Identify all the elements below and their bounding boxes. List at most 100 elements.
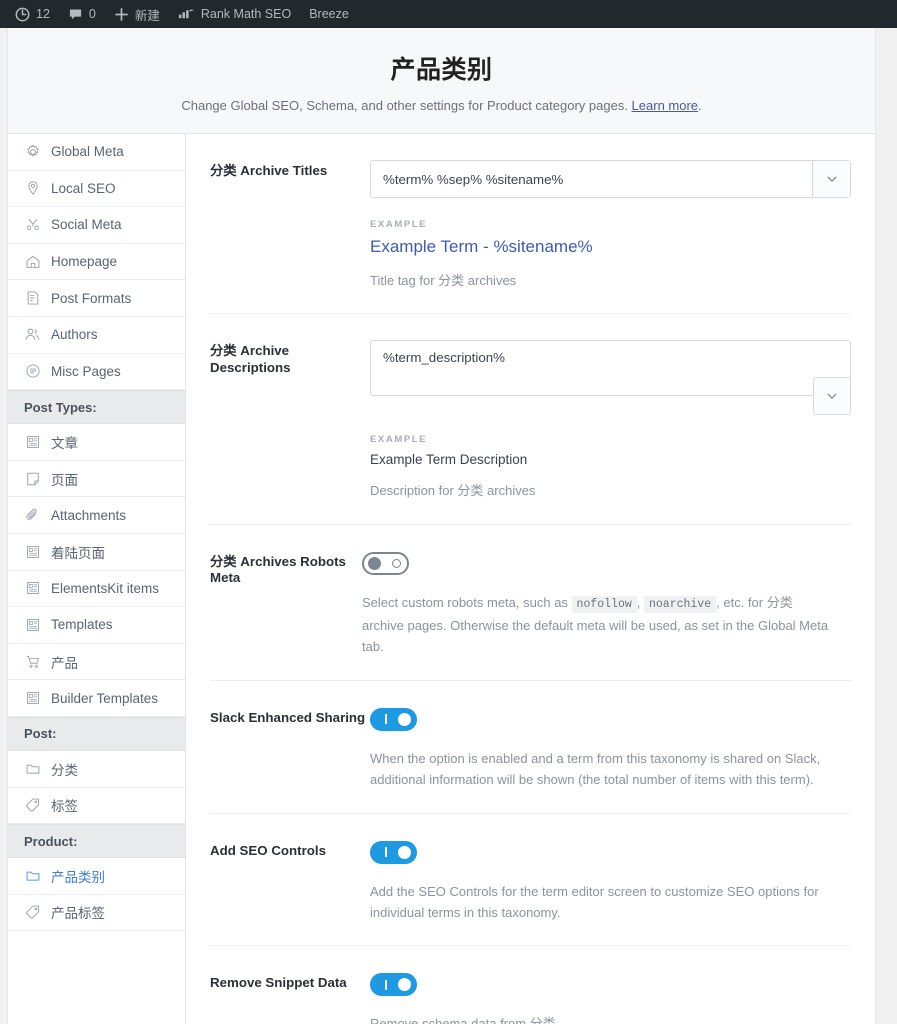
sidebar-item-label: Attachments: [51, 507, 127, 523]
home-icon: [24, 253, 41, 270]
sidebar-item-label: 产品类别: [51, 869, 105, 885]
archive-descriptions-value: %term_description%: [383, 350, 505, 366]
sidebar-item-label: 产品: [51, 655, 78, 671]
sidebar-item-landing-pages[interactable]: 着陆页面: [8, 534, 185, 571]
toggle-knob: [368, 556, 381, 570]
archive-titles-input-group[interactable]: %term% %sep% %sitename%: [370, 160, 851, 198]
sidebar-item-misc-pages[interactable]: Misc Pages: [8, 354, 185, 391]
comment-bubble-icon: [68, 7, 83, 22]
sidebar-item-label: Authors: [51, 327, 98, 343]
document-icon: [24, 290, 41, 307]
toggle-off-icon: [391, 558, 402, 569]
gear-icon: [24, 143, 41, 160]
toggle-knob: [398, 845, 411, 859]
admin-bar-updates[interactable]: 12: [6, 0, 59, 28]
page-header: 产品类别 Change Global SEO, Schema, and othe…: [8, 28, 875, 134]
field-label: Slack Enhanced Sharing: [210, 709, 366, 725]
page-icon: [24, 470, 41, 487]
tag-icon: [24, 904, 41, 921]
admin-bar-new-content[interactable]: 新建: [105, 0, 169, 28]
admin-bar-rank-math[interactable]: Rank Math SEO: [169, 0, 300, 28]
page-subtitle: Change Global SEO, Schema, and other set…: [18, 98, 865, 113]
field-description: When the option is enabled and a term fr…: [370, 750, 821, 788]
field-archive-descriptions: 分类 Archive Descriptions %term_descriptio…: [210, 314, 851, 525]
example-label: EXAMPLE: [370, 219, 428, 230]
tag-icon: [24, 797, 41, 814]
chevron-down-icon: [825, 389, 839, 403]
rank-math-label: Rank Math SEO: [200, 7, 292, 21]
paperclip-icon: [24, 507, 41, 524]
sidebar-item-builder-templates[interactable]: Builder Templates: [8, 680, 185, 717]
settings-main: 分类 Archive Titles %term% %sep% %sitename…: [186, 134, 875, 1024]
field-archive-titles: 分类 Archive Titles %term% %sep% %sitename…: [210, 134, 851, 315]
field-label: 分类 Archive Descriptions: [210, 343, 291, 376]
post-icon: [24, 616, 41, 633]
cart-icon: [24, 653, 41, 670]
page-title: 产品类别: [390, 56, 493, 84]
sidebar-item-label: ElementsKit items: [51, 580, 160, 596]
sidebar-item-label: Global Meta: [51, 144, 124, 160]
sidebar-item-post-formats[interactable]: Post Formats: [8, 280, 185, 317]
sidebar-item-global-meta[interactable]: Global Meta: [8, 134, 185, 171]
field-label: 分类 Archives Robots Meta: [210, 553, 346, 586]
archive-descriptions-dropdown-button[interactable]: [813, 377, 851, 416]
field-description: Remove schema data from 分类.: [370, 1016, 560, 1024]
sidebar-item-templates[interactable]: Templates: [8, 607, 185, 644]
field-slack-sharing: Slack Enhanced Sharing When the option i…: [210, 681, 851, 814]
users-icon: [24, 326, 41, 343]
sidebar-item-tags[interactable]: 标签: [8, 788, 185, 825]
subtitle-text-after: .: [698, 98, 702, 113]
post-icon: [24, 543, 41, 560]
sidebar-item-homepage[interactable]: Homepage: [8, 244, 185, 281]
sidebar-item-label: Builder Templates: [51, 690, 159, 706]
robots-desc-b: ,: [636, 594, 644, 610]
sidebar-item-product-categories[interactable]: 产品类别: [8, 858, 185, 895]
field-label: Remove Snippet Data: [210, 975, 347, 991]
sidebar-item-posts[interactable]: 文章: [8, 424, 185, 461]
sidebar-item-label: Social Meta: [51, 217, 122, 233]
archive-descriptions-textarea[interactable]: %term_description%: [370, 340, 851, 416]
learn-more-link[interactable]: Learn more: [632, 98, 698, 113]
toggle-on-icon: [380, 979, 391, 990]
sidebar-item-local-seo[interactable]: Local SEO: [8, 171, 185, 208]
sidebar-heading-post: Post:: [8, 716, 185, 751]
sidebar-item-categories[interactable]: 分类: [8, 751, 185, 788]
field-seo-controls: Add SEO Controls Add the SEO Controls fo…: [210, 814, 851, 947]
robots-code-noarchive: noarchive: [644, 595, 717, 613]
sidebar-item-attachments[interactable]: Attachments: [8, 497, 185, 534]
breeze-label: Breeze: [309, 7, 349, 21]
field-label: 分类 Archive Titles: [210, 163, 328, 178]
settings-body: Global Meta Local SEO Social Meta Homepa…: [8, 134, 875, 1024]
sidebar-item-elementskit-items[interactable]: ElementsKit items: [8, 571, 185, 608]
post-icon: [24, 433, 41, 450]
folder-icon: [24, 760, 41, 777]
map-pin-icon: [24, 180, 41, 197]
slack-sharing-toggle[interactable]: [370, 707, 417, 731]
settings-fields: 分类 Archive Titles %term% %sep% %sitename…: [186, 134, 875, 1024]
sidebar-item-products[interactable]: 产品: [8, 644, 185, 681]
example-value: Example Term Description: [370, 452, 528, 468]
sidebar-item-label: Local SEO: [51, 180, 116, 196]
admin-bar-breeze[interactable]: Breeze: [300, 0, 358, 28]
share-node-icon: [24, 216, 41, 233]
sidebar-item-authors[interactable]: Authors: [8, 317, 185, 354]
admin-bar-comments[interactable]: 0: [59, 0, 105, 28]
example-value: Example Term - %sitename%: [370, 237, 593, 256]
remove-snippet-toggle[interactable]: [370, 973, 417, 997]
robots-code-nofollow: nofollow: [571, 595, 637, 613]
archive-titles-dropdown-button[interactable]: [812, 161, 850, 197]
sidebar-heading-label: Post:: [24, 726, 57, 742]
sidebar-item-label: 标签: [51, 799, 78, 815]
sidebar-item-pages[interactable]: 页面: [8, 461, 185, 498]
sidebar-heading-label: Post Types:: [24, 399, 97, 415]
seo-controls-toggle[interactable]: [370, 840, 417, 864]
sidebar-item-social-meta[interactable]: Social Meta: [8, 207, 185, 244]
archive-titles-input[interactable]: %term% %sep% %sitename%: [371, 161, 812, 197]
robots-meta-toggle[interactable]: [362, 551, 409, 575]
field-label: Add SEO Controls: [210, 842, 326, 858]
sidebar-item-product-tags[interactable]: 产品标签: [8, 895, 185, 932]
settings-card: 产品类别 Change Global SEO, Schema, and othe…: [7, 28, 876, 1024]
field-description: Description for 分类 archives: [370, 483, 536, 499]
field-description: Add the SEO Controls for the term editor…: [370, 883, 819, 921]
field-description: Select custom robots meta, such as nofol…: [362, 592, 832, 658]
